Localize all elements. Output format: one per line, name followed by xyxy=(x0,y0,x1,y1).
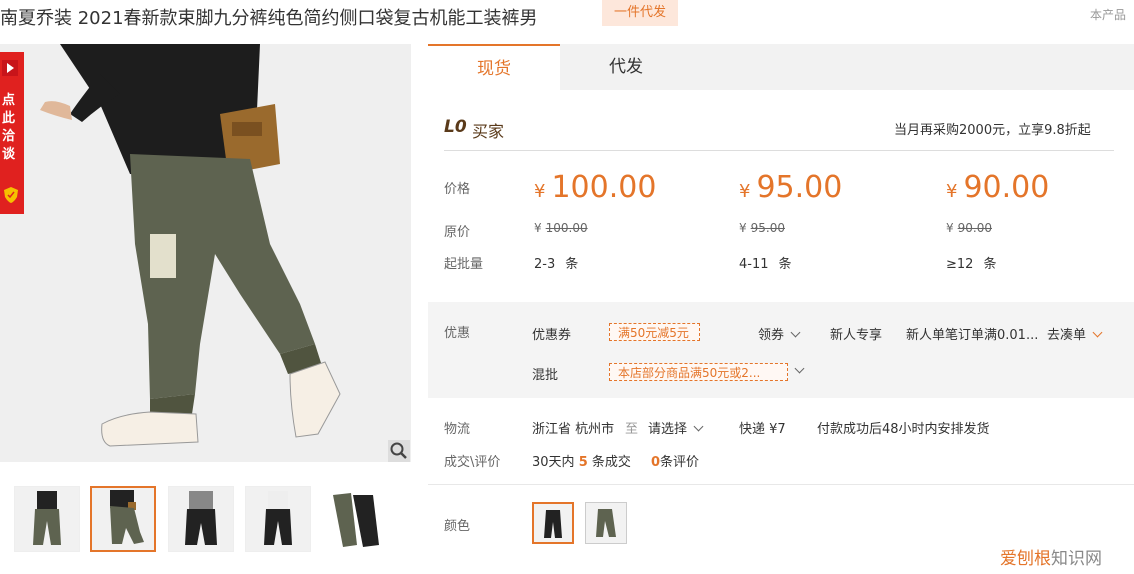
tier-price-value: 100.00 xyxy=(551,170,657,205)
tier-qty: 2-3 xyxy=(534,257,556,272)
tier-original: ¥95.00 xyxy=(739,221,785,235)
deals-label: 成交\评价 xyxy=(444,455,501,470)
corner-link[interactable]: 本产品 xyxy=(1090,6,1126,23)
color-swatch-1[interactable] xyxy=(532,502,574,544)
buyer-level-logo: L0 xyxy=(444,117,467,137)
reviews-count: 0 xyxy=(651,455,661,470)
product-title: 南夏乔装 2021春新款束脚九分裤纯色简约侧口袋复古机能工装裤男 xyxy=(0,8,538,29)
logistics-label: 物流 xyxy=(444,422,471,437)
currency-symbol: ¥ xyxy=(946,181,958,202)
dispatch-text: 付款成功后48小时内安排发货 xyxy=(817,422,990,437)
divider xyxy=(444,150,1114,151)
deals-count: 5 xyxy=(578,455,588,470)
chevron-down-icon xyxy=(794,363,805,374)
dropship-badge[interactable]: 一件代发 xyxy=(602,0,678,26)
deals-suffix: 条成交 xyxy=(591,455,631,470)
chevron-down-icon xyxy=(693,421,704,432)
buyer-promo: 当月再采购2000元，立享9.8折起 xyxy=(894,123,1091,138)
tier-original-value: 95.00 xyxy=(750,221,785,235)
tier-unit: 条 xyxy=(983,257,997,272)
get-coupon-button[interactable]: 领券 xyxy=(758,324,801,343)
tier-moq: ≥12 条 xyxy=(946,253,996,272)
magnifier-icon[interactable] xyxy=(388,440,410,462)
currency-symbol: ¥ xyxy=(534,181,546,202)
buyer-level-label: 买家 xyxy=(472,122,505,141)
currency-symbol: ¥ xyxy=(534,221,542,235)
origin: 浙江省 杭州市 xyxy=(532,422,615,437)
play-arrow-icon xyxy=(2,60,18,76)
shield-icon xyxy=(3,186,19,204)
go-order-button[interactable]: 去凑单 xyxy=(1047,324,1103,343)
color-label: 颜色 xyxy=(444,519,471,534)
chevron-down-icon xyxy=(790,327,801,338)
mode-tabs: 现货 代发 xyxy=(428,44,1134,90)
tier-original: ¥90.00 xyxy=(946,221,992,235)
watermark-part-a: 爱刨根 xyxy=(1000,549,1051,569)
original-price-label: 原价 xyxy=(444,225,471,240)
thumbnail-1[interactable] xyxy=(14,486,80,552)
thumbnail-5[interactable] xyxy=(322,486,388,552)
tab-spot[interactable]: 现货 xyxy=(428,44,560,90)
tier-qty: ≥12 xyxy=(946,257,974,272)
thumbnail-3[interactable] xyxy=(168,486,234,552)
mix-expand-button[interactable] xyxy=(788,363,805,379)
thumbnail-2[interactable] xyxy=(90,486,156,552)
destination-placeholder: 请选择 xyxy=(648,422,688,437)
tier-unit: 条 xyxy=(565,257,579,272)
to-label: 至 xyxy=(625,422,639,437)
tab-dropship[interactable]: 代发 xyxy=(560,44,692,90)
tier-qty: 4-11 xyxy=(739,257,769,272)
discount-panel xyxy=(428,302,1134,398)
deals-summary: 30天内 5 条成交 xyxy=(532,451,631,470)
reviews-link[interactable]: 0条评价 xyxy=(651,451,699,470)
destination-select[interactable]: 请选择 xyxy=(648,418,704,437)
chat-side-strip[interactable]: 点此洽谈 xyxy=(0,52,24,214)
tier-price-value: 90.00 xyxy=(963,170,1050,205)
moq-label: 起批量 xyxy=(444,257,484,272)
currency-symbol: ¥ xyxy=(946,221,954,235)
thumbnail-4[interactable] xyxy=(245,486,311,552)
currency-symbol: ¥ xyxy=(739,221,747,235)
tier-price-value: 95.00 xyxy=(756,170,843,205)
new-user-label: 新人专享 xyxy=(830,328,883,343)
tier-moq: 2-3 条 xyxy=(534,253,578,272)
divider xyxy=(428,484,1134,485)
shipping-fee: 快递 ¥7 xyxy=(739,422,786,437)
mix-label: 混批 xyxy=(532,368,559,383)
chevron-down-icon xyxy=(1092,327,1103,338)
watermark-part-b: 知识网 xyxy=(1051,549,1102,569)
coupon-tag[interactable]: 满50元减5元 xyxy=(609,323,700,341)
watermark: 爱刨根知识网 xyxy=(1000,544,1102,569)
tier-original: ¥100.00 xyxy=(534,221,588,235)
tier-unit: 条 xyxy=(778,257,792,272)
go-order-label: 去凑单 xyxy=(1047,328,1087,343)
tier-price: ¥100.00 xyxy=(534,170,656,205)
discount-label: 优惠 xyxy=(444,326,471,341)
currency-symbol: ¥ xyxy=(739,181,751,202)
tier-price: ¥95.00 xyxy=(739,170,842,205)
tier-price: ¥90.00 xyxy=(946,170,1049,205)
color-swatch-2[interactable] xyxy=(585,502,627,544)
new-user-text: 新人单笔订单满0.01... xyxy=(906,328,1039,343)
price-label: 价格 xyxy=(444,182,471,197)
chat-label: 点此洽谈 xyxy=(2,93,16,162)
tier-original-value: 100.00 xyxy=(545,221,588,235)
tier-moq: 4-11 条 xyxy=(739,253,792,272)
get-coupon-label: 领券 xyxy=(758,328,785,343)
coupon-label: 优惠券 xyxy=(532,328,572,343)
deals-prefix: 30天内 xyxy=(532,455,575,470)
main-product-image[interactable] xyxy=(0,44,411,462)
mix-tag[interactable]: 本店部分商品满50元或2... xyxy=(609,363,788,381)
reviews-suffix: 条评价 xyxy=(660,455,700,470)
tier-original-value: 90.00 xyxy=(957,221,992,235)
